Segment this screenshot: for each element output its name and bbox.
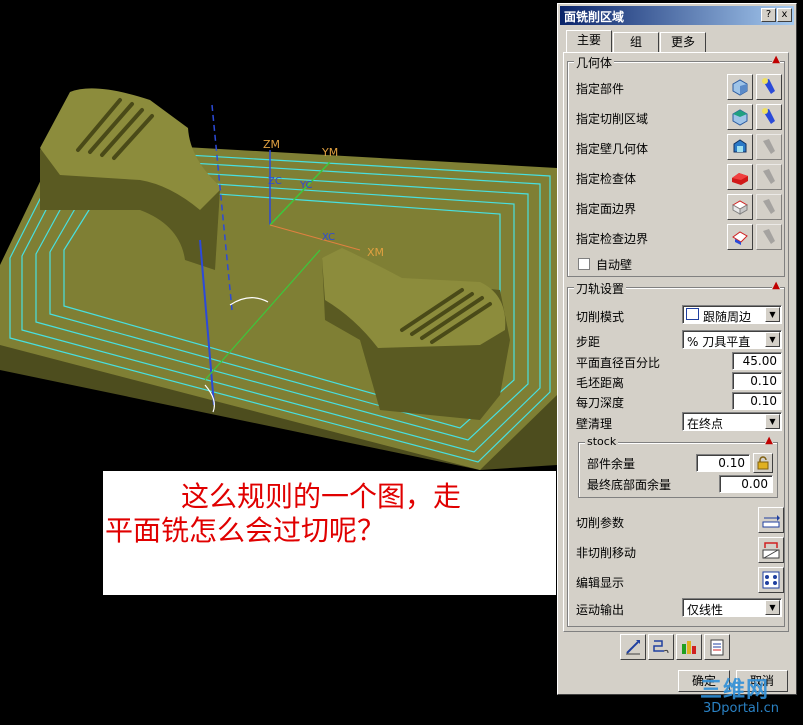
floor-stock-label: 最终底部面余量 [587, 478, 672, 492]
edit-display-button[interactable] [758, 567, 784, 593]
chevron-down-icon[interactable]: ▼ [765, 307, 780, 322]
face-milling-dialog: 面铣削区域 ? x 主要 组 更多 几何体 ▲ 指定部件 指定切削区域 指定壁几… [557, 3, 797, 695]
percent-input[interactable]: 45.00 [732, 352, 782, 370]
specify-check-boundary-label: 指定检查边界 [576, 232, 649, 246]
annotation-line-2: 平面铣怎么会过切呢？ [105, 514, 386, 547]
flashlight-disabled-icon [756, 224, 782, 250]
chevron-down-icon[interactable]: ▼ [765, 332, 780, 347]
axis-label-yc: YC [299, 180, 313, 191]
part-stock-label: 部件余量 [587, 457, 636, 471]
replay-icon[interactable] [648, 634, 674, 660]
help-button[interactable]: ? [761, 8, 776, 22]
wall-cleanup-value: 在终点 [687, 417, 724, 431]
axis-label-zm: ZM [263, 138, 280, 151]
specify-cut-area-row: 指定切削区域 [568, 104, 784, 130]
depth-per-cut-label: 每刀深度 [576, 396, 625, 410]
specify-check-boundary-row: 指定检查边界 [568, 224, 784, 250]
flashlight-icon[interactable] [756, 104, 782, 130]
stepover-select[interactable]: % 刀具平直 ▼ [682, 330, 782, 349]
follow-periphery-icon [686, 308, 699, 320]
cad-model-view: ZM YM ZC YC XC XM [0, 88, 557, 470]
wall-geometry-icon[interactable] [727, 134, 753, 160]
flashlight-disabled-icon [756, 134, 782, 160]
verify-icon[interactable] [676, 634, 702, 660]
flashlight-icon[interactable] [756, 74, 782, 100]
geometry-group: 几何体 ▲ 指定部件 指定切削区域 指定壁几何体 指定检查体 指定面边界 指定检… [567, 54, 785, 278]
stock-group-title: stock [585, 435, 619, 448]
wall-cleanup-select[interactable]: 在终点 ▼ [682, 412, 782, 431]
axis-label-zc: ZC [268, 176, 282, 187]
tab-main[interactable]: 主要 [566, 30, 612, 52]
cut-pattern-value: 跟随周边 [703, 310, 752, 324]
part-icon[interactable] [727, 74, 753, 100]
axis-label-ym: YM [321, 146, 338, 159]
path-settings-group: 刀轨设置 ▲ 切削模式 跟随周边 ▼ 步距 % 刀具平直 ▼ 平面直径百分比 4… [567, 280, 785, 627]
collapse-icon[interactable]: ▲ [772, 54, 780, 65]
flashlight-disabled-icon [756, 194, 782, 220]
specify-face-boundary-label: 指定面边界 [576, 202, 637, 216]
motion-output-select[interactable]: 仅线性 ▼ [682, 598, 782, 617]
non-cutting-moves-label: 非切削移动 [576, 546, 637, 560]
list-icon[interactable] [704, 634, 730, 660]
specify-part-row: 指定部件 [568, 74, 784, 100]
percent-label: 平面直径百分比 [576, 356, 661, 370]
specify-check-body-label: 指定检查体 [576, 172, 637, 186]
non-cutting-moves-button[interactable] [758, 537, 784, 563]
cut-area-icon[interactable] [727, 104, 753, 130]
stock-group: stock ▲ 部件余量 0.10 最终底部面余量 0.00 [578, 435, 778, 498]
cut-pattern-select[interactable]: 跟随周边 ▼ [682, 305, 782, 324]
specify-cut-area-label: 指定切削区域 [576, 112, 649, 126]
graphics-viewport[interactable]: ZM YM ZC YC XC XM 这么规则的一个图，走 平面铣怎么会过切呢？ [0, 0, 557, 725]
tab-group[interactable]: 组 [613, 32, 659, 52]
auto-wall-checkbox[interactable] [578, 258, 590, 270]
auto-wall-row: 自动壁 [568, 254, 784, 278]
motion-output-label: 运动输出 [576, 603, 625, 617]
path-settings-title: 刀轨设置 [574, 280, 627, 297]
specify-check-body-row: 指定检查体 [568, 164, 784, 190]
close-button[interactable]: x [777, 8, 792, 22]
check-boundary-icon[interactable] [727, 224, 753, 250]
floor-stock-input[interactable]: 0.00 [719, 475, 773, 493]
blank-distance-label: 毛坯距离 [576, 376, 625, 390]
part-stock-input[interactable]: 0.10 [696, 454, 750, 472]
stepover-value: % 刀具平直 [687, 335, 751, 349]
specify-wall-geometry-row: 指定壁几何体 [568, 134, 784, 160]
axis-label-xm: XM [367, 246, 384, 259]
stepover-label: 步距 [576, 335, 601, 349]
wall-cleanup-label: 壁清理 [576, 417, 613, 431]
specify-wall-geometry-label: 指定壁几何体 [576, 142, 649, 156]
lock-icon[interactable] [753, 453, 773, 473]
flashlight-disabled-icon [756, 164, 782, 190]
geometry-group-title: 几何体 [574, 54, 615, 71]
dialog-titlebar[interactable]: 面铣削区域 ? x [560, 6, 794, 25]
blank-distance-input[interactable]: 0.10 [732, 372, 782, 390]
chevron-down-icon[interactable]: ▼ [765, 414, 780, 429]
edit-display-label: 编辑显示 [576, 576, 625, 590]
axis-label-xc: XC [322, 232, 335, 243]
collapse-icon[interactable]: ▲ [765, 435, 773, 446]
specify-face-boundary-row: 指定面边界 [568, 194, 784, 220]
generate-icon[interactable] [620, 634, 646, 660]
specify-part-label: 指定部件 [576, 82, 625, 96]
check-body-icon[interactable] [727, 164, 753, 190]
dialog-title: 面铣削区域 [564, 10, 625, 24]
auto-wall-label: 自动壁 [596, 258, 633, 272]
cutting-params-label: 切削参数 [576, 516, 625, 530]
tab-panel-main: 几何体 ▲ 指定部件 指定切削区域 指定壁几何体 指定检查体 指定面边界 指定检… [563, 52, 789, 632]
chevron-down-icon[interactable]: ▼ [765, 600, 780, 615]
cutting-params-button[interactable] [758, 507, 784, 533]
tab-more[interactable]: 更多 [660, 32, 706, 52]
annotation-box: 这么规则的一个图，走 平面铣怎么会过切呢？ [103, 471, 556, 595]
watermark-url: 3Dportal.cn [703, 701, 780, 716]
watermark-logo: 三维网 [700, 678, 770, 703]
collapse-icon[interactable]: ▲ [772, 280, 780, 291]
motion-output-value: 仅线性 [687, 603, 724, 617]
cut-pattern-label: 切削模式 [576, 310, 625, 324]
face-boundary-icon[interactable] [727, 194, 753, 220]
depth-per-cut-input[interactable]: 0.10 [732, 392, 782, 410]
